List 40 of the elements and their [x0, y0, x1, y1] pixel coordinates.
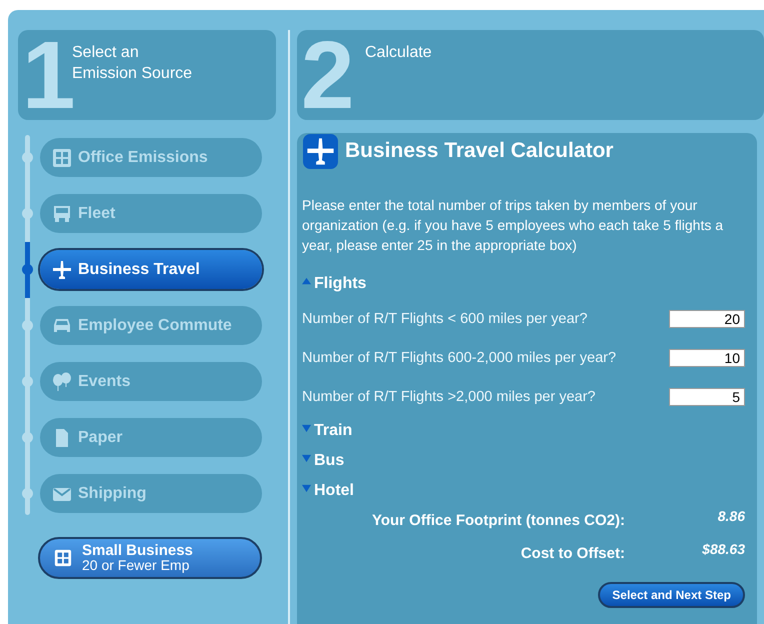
- section-toggle[interactable]: Flights: [302, 269, 366, 299]
- collapse-icon: [302, 276, 311, 286]
- result-value: $88.63: [701, 541, 745, 557]
- next-step-button[interactable]: Select and Next Step: [598, 582, 745, 608]
- field-label: Number of R/T Flights >2,000 miles per year?: [302, 388, 596, 404]
- field-label: Number of R/T Flights 600-2,000 miles per year?: [302, 350, 616, 366]
- step-title: Calculate: [365, 43, 432, 63]
- result-label: Your Office Footprint (tonnes CO2):: [372, 512, 625, 529]
- result-label: Cost to Offset:: [520, 545, 625, 562]
- section-toggle[interactable]: Bus: [302, 446, 344, 476]
- timeline-highlight: [25, 242, 30, 298]
- truck-icon: [52, 204, 72, 224]
- airplane-icon: [52, 260, 72, 280]
- expand-icon: [302, 454, 311, 462]
- trips-input[interactable]: 5: [669, 388, 745, 406]
- balloons-icon: [52, 372, 72, 392]
- section-toggle[interactable]: Train: [302, 416, 352, 446]
- section-toggle[interactable]: Hotel: [302, 476, 354, 506]
- source-tab[interactable]: Business Travel: [40, 250, 262, 289]
- instructions-text: Please enter the total number of trips taken by members of your organization (e.g. if you have 5 employees who each take 5 flights a year, please enter 25 in the appropriate box): [302, 196, 724, 255]
- airplane-icon: [302, 134, 339, 168]
- source-tab[interactable]: Fleet: [40, 194, 262, 233]
- result-value: 8.86: [716, 508, 745, 524]
- trips-input[interactable]: 10: [669, 348, 745, 366]
- grid-icon: [52, 148, 72, 168]
- step-title: Select an Emission Source: [72, 43, 192, 84]
- source-tab[interactable]: Office Emissions: [40, 138, 262, 177]
- small-business-button[interactable]: Small Business 20 or Fewer Emp: [38, 537, 262, 579]
- expand-icon: [302, 424, 311, 432]
- step-number: 2: [301, 34, 352, 118]
- calculator-title: Business Travel Calculator: [345, 139, 614, 163]
- expand-icon: [302, 484, 311, 492]
- trips-input[interactable]: 20: [669, 310, 745, 328]
- source-tab[interactable]: Employee Commute: [40, 306, 262, 345]
- grid-icon: [54, 549, 72, 567]
- step-number: 1: [22, 34, 70, 118]
- field-label: Number of R/T Flights < 600 miles per year?: [302, 310, 588, 326]
- source-tab[interactable]: Events: [40, 362, 262, 401]
- source-tab[interactable]: Shipping: [40, 474, 262, 513]
- source-tab[interactable]: Paper: [40, 418, 262, 457]
